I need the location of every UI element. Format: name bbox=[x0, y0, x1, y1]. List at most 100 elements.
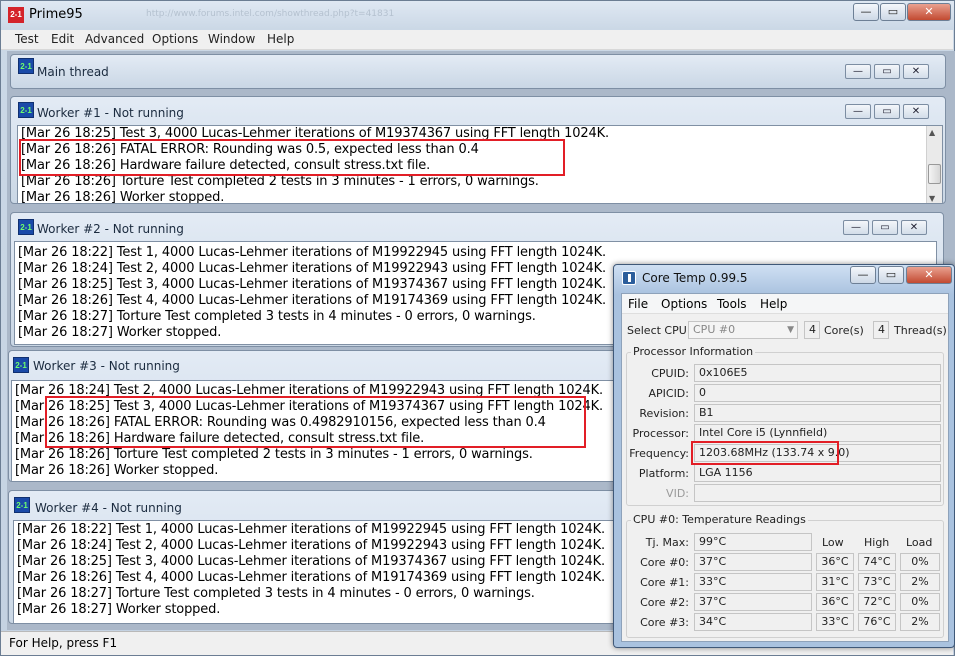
processor-label: Processor: bbox=[632, 427, 690, 440]
child-minimize-button[interactable]: — bbox=[845, 64, 871, 79]
cores-count: 4 bbox=[804, 321, 820, 339]
log-line: [Mar 26 18:26] Torture Test completed 2 … bbox=[21, 174, 539, 189]
prime95-worker-icon: 2-1 bbox=[14, 497, 30, 513]
menu-bar: Test Edit Advanced Options Window Help bbox=[1, 30, 953, 50]
worker-2-title: Worker #2 - Not running bbox=[37, 222, 184, 236]
child-minimize-button[interactable]: — bbox=[845, 104, 871, 119]
core-2-temp: 37°C bbox=[694, 593, 812, 611]
log-line: [Mar 26 18:26] Hardware failure detected… bbox=[21, 158, 431, 173]
worker-1-title: Worker #1 - Not running bbox=[37, 106, 184, 120]
platform-value: LGA 1156 bbox=[694, 464, 941, 482]
coretemp-menu-bar: File Options Tools Help bbox=[622, 294, 948, 314]
core-0-high: 74°C bbox=[858, 553, 896, 571]
worker-4-title: Worker #4 - Not running bbox=[35, 501, 182, 515]
core-0-label: Core #0: bbox=[640, 556, 689, 569]
coretemp-client-area: File Options Tools Help Select CPU: CPU … bbox=[621, 293, 949, 642]
coretemp-app-icon[interactable] bbox=[622, 271, 636, 285]
menu-advanced[interactable]: Advanced bbox=[85, 32, 144, 46]
core-3-high: 76°C bbox=[858, 613, 896, 631]
coretemp-window[interactable]: Core Temp 0.99.5 — ▭ ✕ File Options Tool… bbox=[613, 264, 955, 648]
status-text: For Help, press F1 bbox=[9, 636, 118, 650]
coretemp-minimize-button[interactable]: — bbox=[850, 266, 876, 284]
core-2-low: 36°C bbox=[816, 593, 854, 611]
core-3-label: Core #3: bbox=[640, 616, 689, 629]
vertical-scrollbar[interactable]: ▲ ▼ bbox=[926, 126, 942, 203]
core-1-temp: 33°C bbox=[694, 573, 812, 591]
child-close-button[interactable]: ✕ bbox=[903, 64, 929, 79]
prime95-worker-icon: 2-1 bbox=[18, 58, 34, 74]
scroll-up-arrow-icon[interactable]: ▲ bbox=[929, 128, 935, 137]
restore-button[interactable]: ▭ bbox=[880, 3, 906, 21]
load-header: Load bbox=[906, 536, 933, 549]
core-0-temp: 37°C bbox=[694, 553, 812, 571]
vid-value bbox=[694, 484, 941, 502]
coretemp-window-title: Core Temp 0.99.5 bbox=[642, 271, 748, 285]
log-line: [Mar 26 18:25] Test 3, 4000 Lucas-Lehmer… bbox=[21, 126, 609, 141]
core-3-low: 33°C bbox=[816, 613, 854, 631]
threads-label: Thread(s) bbox=[894, 324, 947, 337]
tjmax-label: Tj. Max: bbox=[645, 536, 689, 549]
chevron-down-icon: ▼ bbox=[787, 325, 794, 335]
temperature-readings-title: CPU #0: Temperature Readings bbox=[631, 513, 808, 526]
background-url-text: http://www.forums.intel.com/showthread.p… bbox=[146, 9, 395, 19]
coretemp-menu-options[interactable]: Options bbox=[661, 297, 707, 311]
log-line: [Mar 26 18:22] Test 1, 4000 Lucas-Lehmer… bbox=[18, 245, 606, 260]
select-cpu-dropdown[interactable]: CPU #0 ▼ bbox=[688, 321, 798, 339]
child-restore-button[interactable]: ▭ bbox=[874, 64, 900, 79]
child-restore-button[interactable]: ▭ bbox=[874, 104, 900, 119]
platform-label: Platform: bbox=[638, 467, 689, 480]
log-line: [Mar 26 18:26] FATAL ERROR: Rounding was… bbox=[21, 142, 479, 157]
menu-edit[interactable]: Edit bbox=[51, 32, 74, 46]
main-thread-window[interactable]: 2-1 Main thread — ▭ ✕ bbox=[10, 54, 946, 89]
vid-label: VID: bbox=[666, 487, 689, 500]
main-thread-title: Main thread bbox=[37, 65, 109, 79]
coretemp-restore-button[interactable]: ▭ bbox=[878, 266, 904, 284]
core-1-label: Core #1: bbox=[640, 576, 689, 589]
coretemp-close-button[interactable]: ✕ bbox=[906, 266, 952, 284]
core-0-low: 36°C bbox=[816, 553, 854, 571]
worker-1-log[interactable]: [Mar 26 18:25] Test 3, 4000 Lucas-Lehmer… bbox=[17, 125, 943, 204]
coretemp-menu-file[interactable]: File bbox=[628, 297, 648, 311]
scroll-thumb[interactable] bbox=[928, 164, 941, 184]
coretemp-menu-tools[interactable]: Tools bbox=[717, 297, 747, 311]
minimize-button[interactable]: — bbox=[853, 3, 879, 21]
prime95-worker-icon: 2-1 bbox=[18, 102, 34, 118]
core-3-load: 2% bbox=[900, 613, 940, 631]
high-header: High bbox=[864, 536, 890, 549]
processor-value: Intel Core i5 (Lynnfield) bbox=[694, 424, 941, 442]
log-line: [Mar 26 18:26] Worker stopped. bbox=[21, 190, 225, 204]
cores-label: Core(s) bbox=[824, 324, 864, 337]
child-minimize-button[interactable]: — bbox=[843, 220, 869, 235]
core-1-low: 31°C bbox=[816, 573, 854, 591]
child-close-button[interactable]: ✕ bbox=[901, 220, 927, 235]
core-1-load: 2% bbox=[900, 573, 940, 591]
menu-help[interactable]: Help bbox=[267, 32, 294, 46]
prime95-worker-icon: 2-1 bbox=[13, 357, 29, 373]
apicid-value: 0 bbox=[694, 384, 941, 402]
cpuid-value: 0x106E5 bbox=[694, 364, 941, 382]
revision-value: B1 bbox=[694, 404, 941, 422]
child-close-button[interactable]: ✕ bbox=[903, 104, 929, 119]
window-title: Prime95 bbox=[29, 7, 83, 22]
close-button[interactable]: ✕ bbox=[907, 3, 951, 21]
frequency-label: Frequency: bbox=[629, 447, 689, 460]
menu-test[interactable]: Test bbox=[15, 32, 39, 46]
menu-options[interactable]: Options bbox=[152, 32, 198, 46]
scroll-down-arrow-icon[interactable]: ▼ bbox=[929, 194, 935, 203]
coretemp-menu-help[interactable]: Help bbox=[760, 297, 787, 311]
worker-3-title: Worker #3 - Not running bbox=[33, 359, 180, 373]
child-restore-button[interactable]: ▭ bbox=[872, 220, 898, 235]
menu-window[interactable]: Window bbox=[208, 32, 255, 46]
select-cpu-value: CPU #0 bbox=[693, 323, 736, 336]
cpuid-label: CPUID: bbox=[651, 367, 689, 380]
core-3-temp: 34°C bbox=[694, 613, 812, 631]
processor-info-title: Processor Information bbox=[631, 345, 756, 358]
prime95-app-icon[interactable]: 2-1 bbox=[8, 7, 24, 23]
core-2-label: Core #2: bbox=[640, 596, 689, 609]
frequency-value: 1203.68MHz (133.74 x 9.0) bbox=[694, 444, 941, 462]
revision-label: Revision: bbox=[639, 407, 689, 420]
core-1-high: 73°C bbox=[858, 573, 896, 591]
apicid-label: APICID: bbox=[648, 387, 689, 400]
low-header: Low bbox=[822, 536, 844, 549]
worker-1-window[interactable]: 2-1 Worker #1 - Not running — ▭ ✕ [Mar 2… bbox=[10, 96, 946, 204]
